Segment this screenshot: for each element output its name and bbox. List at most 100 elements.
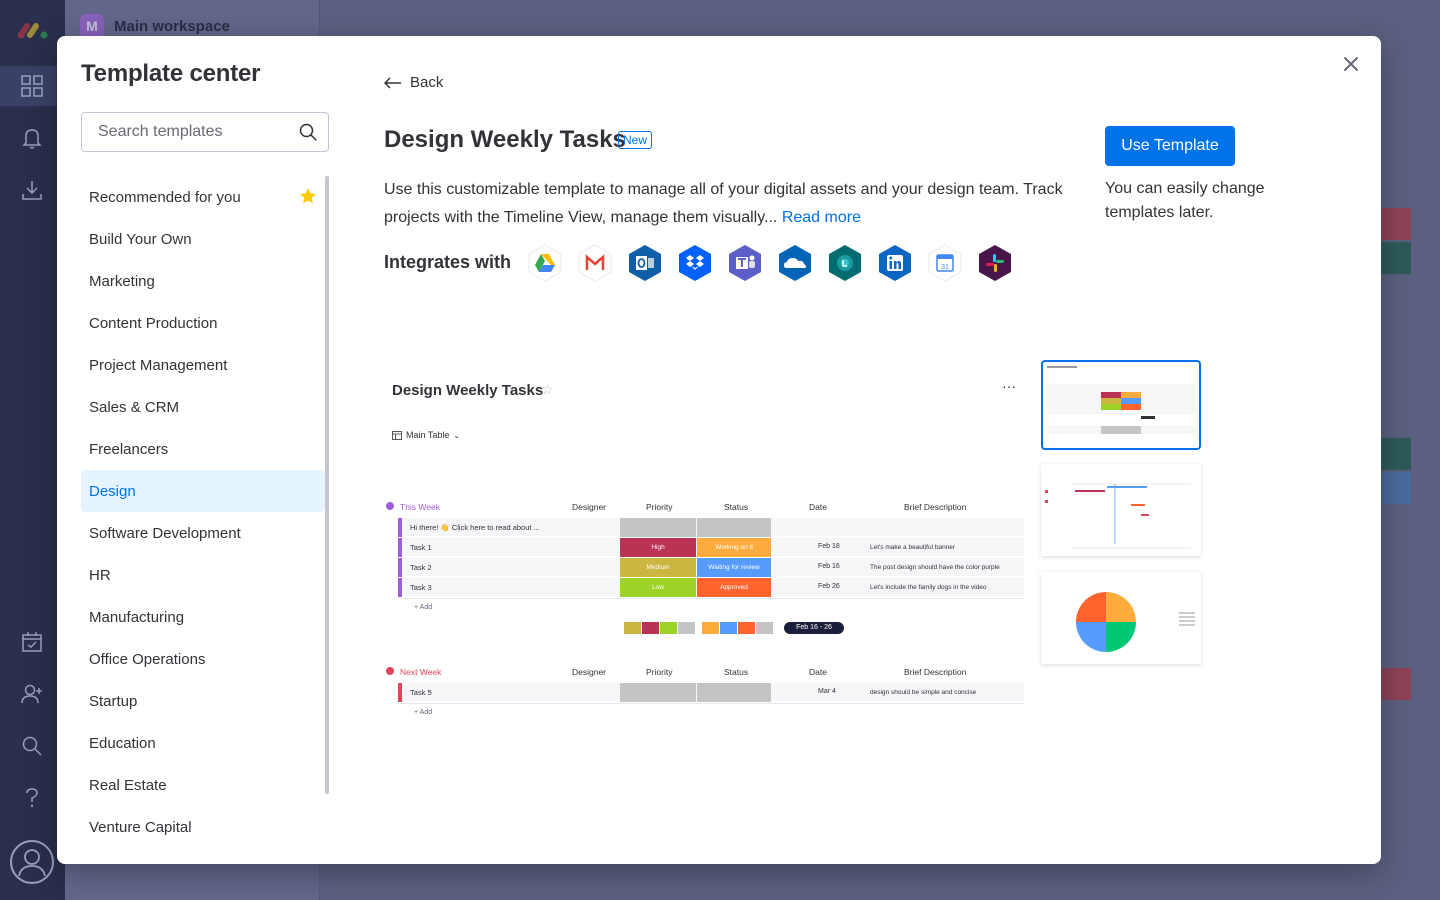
category-item[interactable]: Sales & CRM	[81, 386, 325, 428]
preview-thumbnail-table[interactable]	[1041, 360, 1201, 450]
category-item[interactable]: Startup	[81, 680, 325, 722]
category-item[interactable]: Build Your Own	[81, 218, 325, 260]
star-outline-icon: ☆	[541, 381, 554, 397]
calendar-icon[interactable]	[18, 628, 46, 656]
linkedin-icon[interactable]	[877, 244, 913, 282]
apps-grid-icon[interactable]	[18, 72, 46, 100]
outlook-icon[interactable]	[627, 244, 663, 282]
column-header-status: Status	[724, 667, 749, 677]
group-color-bar	[398, 578, 402, 597]
priority-cell: Medium	[620, 558, 696, 577]
group-color-bar	[398, 558, 402, 577]
category-label: Manufacturing	[89, 608, 185, 626]
table-tab-label: Main Table	[406, 430, 450, 440]
group-name: This Week	[400, 502, 440, 512]
google-drive-icon[interactable]	[527, 244, 563, 282]
user-avatar-icon	[18, 849, 46, 877]
category-item[interactable]: Education	[81, 722, 325, 764]
preview-thumbnail-chart[interactable]	[1041, 572, 1201, 664]
help-icon[interactable]	[18, 784, 46, 812]
teams-icon[interactable]	[727, 244, 763, 282]
back-button[interactable]: Back	[384, 74, 443, 91]
priority-cell: High	[620, 538, 696, 557]
integrations-list: 31	[527, 244, 1013, 282]
search-box[interactable]	[81, 112, 329, 152]
arrow-left-icon	[384, 76, 401, 89]
category-item[interactable]: Software Development	[81, 512, 325, 554]
column-header-brief: Brief Description	[904, 502, 967, 512]
search-icon[interactable]	[298, 122, 318, 142]
category-item[interactable]: Content Production	[81, 302, 325, 344]
download-icon[interactable]	[18, 176, 46, 204]
close-icon[interactable]	[1339, 52, 1363, 76]
gmail-icon[interactable]	[577, 244, 613, 282]
group-color-bar	[398, 518, 402, 537]
change-note: You can easily change templates later.	[1105, 180, 1265, 221]
bell-icon[interactable]	[18, 124, 46, 152]
group-toggle-icon	[386, 667, 394, 675]
workspace-badge: M	[80, 14, 104, 38]
onedrive-icon[interactable]	[777, 244, 813, 282]
brief-cell: design should be simple and concise	[870, 689, 977, 696]
column-header-priority: Priority	[646, 667, 673, 677]
preview-thumbnail-timeline[interactable]	[1041, 464, 1201, 556]
read-more-link[interactable]: Read more	[782, 209, 861, 226]
preview-table-tab: Main Table ⌄	[392, 430, 460, 440]
status-summary-segment	[738, 622, 755, 634]
category-label: Sales & CRM	[89, 398, 180, 416]
brief-cell: Let's include the family dogs in the vid…	[870, 584, 987, 591]
search-icon[interactable]	[18, 732, 46, 760]
category-label: Venture Capital	[89, 818, 192, 836]
slack-icon[interactable]	[977, 244, 1013, 282]
category-item[interactable]: HR	[81, 554, 325, 596]
template-title: Design Weekly Tasks	[384, 126, 626, 153]
invite-user-icon[interactable]	[18, 680, 46, 708]
priority-summary-segment	[642, 622, 659, 634]
row-item-name: Task 5	[410, 688, 432, 697]
preview-board-title: Design Weekly Tasks	[392, 382, 544, 399]
group-color-bar	[398, 538, 402, 557]
category-item[interactable]: Recommended for you	[81, 176, 325, 218]
status-cell: Working on it	[697, 538, 771, 557]
sharepoint-icon[interactable]	[827, 244, 863, 282]
google-calendar-icon[interactable]: 31	[927, 244, 963, 282]
preview-row: Task 2 Medium Waiting for review Feb 16 The …	[398, 558, 1024, 577]
board-preview: Design Weekly Tasks ☆ ··· Main Table ⌄ T…	[384, 366, 1024, 716]
status-summary-segment	[756, 622, 773, 634]
category-item[interactable]: Office Operations	[81, 638, 325, 680]
template-description: Use this customizable template to manage…	[384, 176, 1074, 232]
bg-color-stripe	[1381, 208, 1411, 240]
brief-cell: Let's make a beautiful banner	[870, 544, 956, 551]
category-list: Recommended for you Build Your Own Marketi…	[81, 176, 325, 848]
category-label: Education	[89, 734, 156, 752]
user-avatar[interactable]	[10, 840, 54, 884]
priority-summary-segment	[678, 622, 695, 634]
date-cell: Feb 26	[818, 583, 840, 590]
category-item[interactable]: Real Estate	[81, 764, 325, 806]
priority-summary-segment	[624, 622, 641, 634]
use-template-button[interactable]: Use Template	[1105, 126, 1235, 166]
modal-title: Template center	[81, 60, 261, 87]
search-input[interactable]	[98, 123, 288, 141]
star-icon	[300, 188, 316, 204]
column-header-designer: Designer	[572, 667, 607, 677]
integrates-label: Integrates with	[384, 252, 512, 272]
category-label: Real Estate	[89, 776, 167, 794]
dropbox-icon[interactable]	[677, 244, 713, 282]
category-item[interactable]: Freelancers	[81, 428, 325, 470]
svg-text:31: 31	[941, 264, 949, 271]
category-item[interactable]: Manufacturing	[81, 596, 325, 638]
category-item[interactable]: Marketing	[81, 260, 325, 302]
column-header-date: Date	[809, 502, 827, 512]
monday-logo-icon	[17, 23, 48, 39]
category-item[interactable]: Project Management	[81, 344, 325, 386]
preview-row: Hi there! 👋 Click here to read about ...	[398, 518, 1024, 537]
column-header-priority: Priority	[646, 502, 673, 512]
group-color-bar	[398, 683, 402, 702]
timeline-summary-pill: Feb 16 - 26	[784, 622, 844, 634]
category-scrollbar[interactable]	[325, 176, 329, 794]
bg-color-stripe	[1381, 242, 1411, 274]
add-item-row: + Add	[398, 598, 1024, 616]
category-item[interactable]: Design	[81, 470, 325, 512]
category-item[interactable]: Venture Capital	[81, 806, 325, 848]
